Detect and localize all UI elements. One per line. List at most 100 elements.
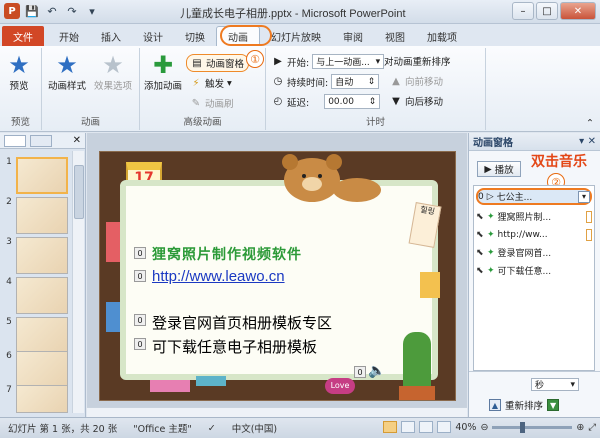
effect-options-button[interactable]: ★ 效果选项 bbox=[94, 51, 132, 92]
seconds-label: 秒 bbox=[535, 381, 545, 391]
maximize-button[interactable]: □ bbox=[536, 2, 558, 20]
animation-styles-button[interactable]: ★ 动画样式 bbox=[48, 51, 86, 92]
spellcheck-icon[interactable]: ✓ bbox=[200, 423, 224, 434]
delay-value: 00.00 bbox=[328, 96, 354, 107]
duration-input[interactable]: 自动 ⇕ bbox=[331, 74, 380, 89]
minimize-button[interactable]: – bbox=[512, 2, 534, 20]
zoom-slider[interactable] bbox=[492, 421, 573, 433]
item-dropdown-button[interactable]: ▾ bbox=[578, 190, 590, 203]
zoom-level[interactable]: 40% bbox=[455, 422, 476, 433]
animation-item[interactable]: ⬉ ✦ 登录官网首... bbox=[476, 244, 592, 261]
minimize-ribbon-icon[interactable]: ⌃ bbox=[586, 118, 594, 129]
animation-item[interactable]: ⬉ ✦ 可下载任意... bbox=[476, 262, 592, 279]
slide-thumbnail[interactable] bbox=[16, 317, 68, 354]
slides-pane: ✕ 1 2 3 4 5 6 7 bbox=[0, 133, 86, 417]
move-earlier-button[interactable]: ▲ 向前移动 bbox=[390, 74, 443, 89]
audio-speaker-icon[interactable]: 🔈 bbox=[368, 363, 385, 379]
slide[interactable]: 17 힐링 0 0 0 0 0 狸窝照片制作视频软件 http://www.le… bbox=[99, 151, 456, 401]
add-animation-button[interactable]: ✚ 添加动画 bbox=[144, 51, 182, 92]
start-label: 开始: bbox=[287, 57, 310, 69]
animation-item-music[interactable]: 0 ▷ 七公主... ▾ bbox=[476, 188, 592, 205]
animation-index: 0 bbox=[478, 191, 484, 202]
animation-item[interactable]: ⬉ ✦ http://ww... bbox=[476, 226, 592, 243]
love-sticker: Love bbox=[325, 378, 355, 394]
zoom-out-icon[interactable]: ⊖ bbox=[480, 422, 488, 433]
decor-tag bbox=[106, 222, 120, 262]
tab-insert[interactable]: 插入 bbox=[90, 26, 132, 46]
slide-thumb-4[interactable]: 4 bbox=[2, 277, 68, 314]
undo-icon[interactable]: ↶ bbox=[44, 3, 60, 19]
slide-thumb-3[interactable]: 3 bbox=[2, 237, 68, 274]
animation-number-tag: 0 bbox=[134, 247, 146, 259]
powerpoint-logo-icon[interactable]: P bbox=[4, 3, 20, 19]
zoom-in-icon[interactable]: ⊕ bbox=[576, 422, 584, 433]
seconds-zoom-button[interactable]: 秒 ▾ bbox=[531, 378, 579, 391]
scrollbar-thumb[interactable] bbox=[74, 165, 84, 219]
close-button[interactable]: ✕ bbox=[560, 2, 596, 20]
preview-button[interactable]: ★ 预览 bbox=[6, 51, 32, 92]
reorder-up-button[interactable]: ▲ bbox=[489, 399, 501, 411]
play-button[interactable]: ▶ 播放 bbox=[477, 161, 521, 177]
slide-sorter-button[interactable] bbox=[401, 421, 416, 433]
tab-review[interactable]: 审阅 bbox=[332, 26, 374, 46]
delay-input[interactable]: 00.00 ⇕ bbox=[324, 94, 381, 109]
outline-tab[interactable] bbox=[30, 134, 52, 147]
close-pane-icon[interactable]: ✕ bbox=[73, 135, 81, 146]
timing-bar[interactable] bbox=[586, 210, 592, 223]
timing-bar[interactable] bbox=[586, 228, 592, 241]
animation-painter-button[interactable]: ✎ 动画刷 bbox=[190, 96, 234, 111]
start-select[interactable]: 与上一动画... ▾ bbox=[312, 54, 385, 69]
redo-icon[interactable]: ↷ bbox=[64, 3, 80, 19]
tab-file[interactable]: 文件 bbox=[2, 26, 44, 46]
slide-text-line1[interactable]: 狸窝照片制作视频软件 bbox=[152, 244, 302, 264]
play-trigger-icon: ▷ bbox=[486, 191, 494, 202]
save-icon[interactable]: 💾 bbox=[24, 3, 40, 19]
slide-text-line3[interactable]: 登录官网首页相册模板专区 bbox=[152, 312, 332, 333]
animation-pane-footer: 秒 ▾ ▲ 重新排序 ▼ bbox=[469, 371, 600, 417]
slides-scrollbar[interactable] bbox=[72, 151, 84, 413]
slide-thumb-5[interactable]: 5 bbox=[2, 317, 68, 354]
reading-view-button[interactable] bbox=[419, 421, 434, 433]
slide-num: 2 bbox=[6, 197, 12, 207]
slide-url-link[interactable]: http://www.leawo.cn bbox=[152, 268, 285, 285]
zoom-slider-knob[interactable] bbox=[520, 421, 526, 433]
animation-item[interactable]: ⬉ ✦ 狸窝照片制... bbox=[476, 208, 592, 225]
slideshow-button[interactable] bbox=[437, 421, 452, 433]
slide-thumbnail[interactable] bbox=[16, 237, 68, 274]
move-later-button[interactable]: ▼ 向后移动 bbox=[390, 94, 443, 109]
tab-view[interactable]: 视图 bbox=[374, 26, 416, 46]
language-indicator[interactable]: 中文(中国) bbox=[224, 421, 285, 435]
step1-marker: ① bbox=[246, 50, 264, 68]
effect-options-star-icon: ★ bbox=[102, 51, 124, 79]
preview-group: ★ 预览 预览 bbox=[0, 48, 42, 130]
slide-thumbnail[interactable] bbox=[16, 157, 68, 194]
pane-options-icon[interactable]: ▾ ✕ bbox=[579, 136, 596, 147]
slide-thumbnail[interactable] bbox=[16, 197, 68, 234]
customize-qat-icon[interactable]: ▾ bbox=[84, 3, 100, 19]
normal-view-button[interactable] bbox=[383, 421, 398, 433]
trigger-label: 触发 bbox=[205, 79, 225, 90]
slide-thumbnail[interactable] bbox=[16, 351, 68, 388]
slide-thumb-1[interactable]: 1 bbox=[2, 157, 68, 194]
slide-thumb-7[interactable]: 7 bbox=[2, 385, 68, 413]
reorder-down-button[interactable]: ▼ bbox=[547, 399, 560, 411]
animation-pane-button[interactable]: ▤ 动画窗格 bbox=[186, 54, 250, 72]
tab-transitions[interactable]: 切换 bbox=[174, 26, 216, 46]
mouse-icon: ⬉ bbox=[476, 211, 484, 222]
slide-thumbnail[interactable] bbox=[16, 385, 68, 413]
editor-scrollbar[interactable] bbox=[87, 407, 467, 417]
start-row: ▶ 开始: 与上一动画... ▾ bbox=[272, 54, 385, 69]
slide-info: 幻灯片 第 1 张，共 20 张 bbox=[8, 424, 118, 435]
tab-addins[interactable]: 加载项 bbox=[416, 26, 468, 46]
slide-thumb-2[interactable]: 2 bbox=[2, 197, 68, 234]
fit-window-icon[interactable]: ⤢ bbox=[588, 422, 596, 433]
slide-thumb-6[interactable]: 6 bbox=[2, 351, 68, 388]
tab-design[interactable]: 设计 bbox=[132, 26, 174, 46]
duration-row: ◷ 持续时间: 自动 ⇕ bbox=[272, 74, 380, 89]
tab-home[interactable]: 开始 bbox=[48, 26, 90, 46]
slide-text-line4[interactable]: 可下载任意电子相册模板 bbox=[152, 336, 317, 357]
trigger-button[interactable]: ⚡ 触发 ▾ bbox=[190, 76, 231, 91]
slide-thumbnail[interactable] bbox=[16, 277, 68, 314]
slides-tab[interactable] bbox=[4, 134, 26, 147]
slide-num: 5 bbox=[6, 317, 12, 327]
